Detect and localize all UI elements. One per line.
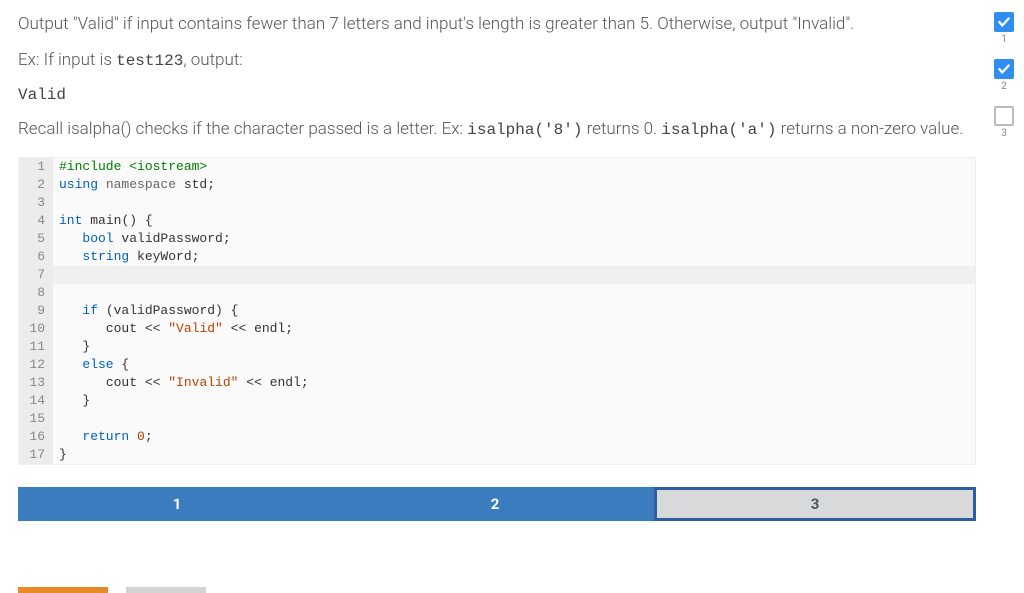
problem-example-intro: Ex: If input is test123, output: (18, 48, 976, 74)
progress-label: 3 (1001, 128, 1007, 139)
line-number: 6 (19, 248, 53, 266)
problem-statement: Output "Valid" if input contains fewer t… (18, 12, 976, 143)
line-number: 14 (19, 392, 53, 410)
code-content[interactable]: using namespace std; (53, 176, 975, 194)
progress-label: 1 (1001, 34, 1007, 45)
line-number: 1 (19, 158, 53, 176)
line-number: 4 (19, 212, 53, 230)
primary-button[interactable] (18, 587, 108, 593)
line-number: 10 (19, 320, 53, 338)
code-line[interactable]: 2using namespace std; (19, 176, 975, 194)
code-content[interactable]: #include <iostream> (53, 158, 975, 176)
code-line[interactable]: 8 (19, 284, 975, 302)
code-content[interactable]: else { (53, 356, 975, 374)
line-number: 7 (19, 266, 53, 284)
code-line[interactable]: 4int main() { (19, 212, 975, 230)
progress-item-1[interactable]: 1 (994, 12, 1014, 45)
secondary-button[interactable] (126, 587, 206, 593)
code-line[interactable]: 7 (19, 266, 975, 284)
step-tab-1[interactable]: 1 (18, 487, 336, 521)
line-number: 17 (19, 446, 53, 464)
code-content[interactable]: if (validPassword) { (53, 302, 975, 320)
line-number: 11 (19, 338, 53, 356)
code-line[interactable]: 9 if (validPassword) { (19, 302, 975, 320)
example-output: Valid (18, 83, 976, 107)
progress-checklist: 1 2 3 (994, 12, 1014, 139)
unchecked-icon (994, 106, 1014, 126)
step-tabs: 123 (18, 487, 976, 521)
code-content[interactable] (53, 194, 975, 212)
code-content[interactable]: return 0; (53, 428, 975, 446)
code-content[interactable]: } (53, 338, 975, 356)
code-content[interactable]: cout << "Invalid" << endl; (53, 374, 975, 392)
code-content[interactable]: int main() { (53, 212, 975, 230)
line-number: 8 (19, 284, 53, 302)
line-number: 9 (19, 302, 53, 320)
line-number: 16 (19, 428, 53, 446)
code-content[interactable]: } (53, 446, 975, 464)
check-icon (994, 12, 1014, 32)
code-line[interactable]: 14 } (19, 392, 975, 410)
code-line[interactable]: 17} (19, 446, 975, 464)
progress-item-2[interactable]: 2 (994, 59, 1014, 92)
step-tab-3[interactable]: 3 (654, 487, 976, 521)
problem-recall: Recall isalpha() checks if the character… (18, 117, 976, 143)
code-line[interactable]: 15 (19, 410, 975, 428)
code-line[interactable]: 11 } (19, 338, 975, 356)
line-number: 2 (19, 176, 53, 194)
example-input-code: test123 (116, 52, 183, 70)
code-editor[interactable]: 1#include <iostream>2using namespace std… (18, 157, 976, 465)
progress-label: 2 (1001, 81, 1007, 92)
line-number: 12 (19, 356, 53, 374)
bottom-buttons (18, 587, 206, 593)
code-line[interactable]: 3 (19, 194, 975, 212)
recall-code-2: isalpha('a') (661, 121, 776, 139)
code-line[interactable]: 16 return 0; (19, 428, 975, 446)
code-line[interactable]: 1#include <iostream> (19, 158, 975, 176)
code-content[interactable]: string keyWord; (53, 248, 975, 266)
code-line[interactable]: 6 string keyWord; (19, 248, 975, 266)
code-line[interactable]: 12 else { (19, 356, 975, 374)
check-icon (994, 59, 1014, 79)
recall-code-1: isalpha('8') (467, 121, 582, 139)
code-line[interactable]: 13 cout << "Invalid" << endl; (19, 374, 975, 392)
code-content[interactable] (53, 410, 975, 428)
line-number: 3 (19, 194, 53, 212)
code-content[interactable]: cout << "Valid" << endl; (53, 320, 975, 338)
problem-line-1: Output "Valid" if input contains fewer t… (18, 12, 976, 38)
step-tab-2[interactable]: 2 (336, 487, 654, 521)
code-content[interactable] (53, 284, 975, 302)
progress-item-3[interactable]: 3 (994, 106, 1014, 139)
line-number: 5 (19, 230, 53, 248)
line-number: 13 (19, 374, 53, 392)
code-content[interactable]: bool validPassword; (53, 230, 975, 248)
code-content[interactable]: } (53, 392, 975, 410)
code-line[interactable]: 5 bool validPassword; (19, 230, 975, 248)
code-line[interactable]: 10 cout << "Valid" << endl; (19, 320, 975, 338)
line-number: 15 (19, 410, 53, 428)
code-content[interactable] (53, 266, 975, 284)
